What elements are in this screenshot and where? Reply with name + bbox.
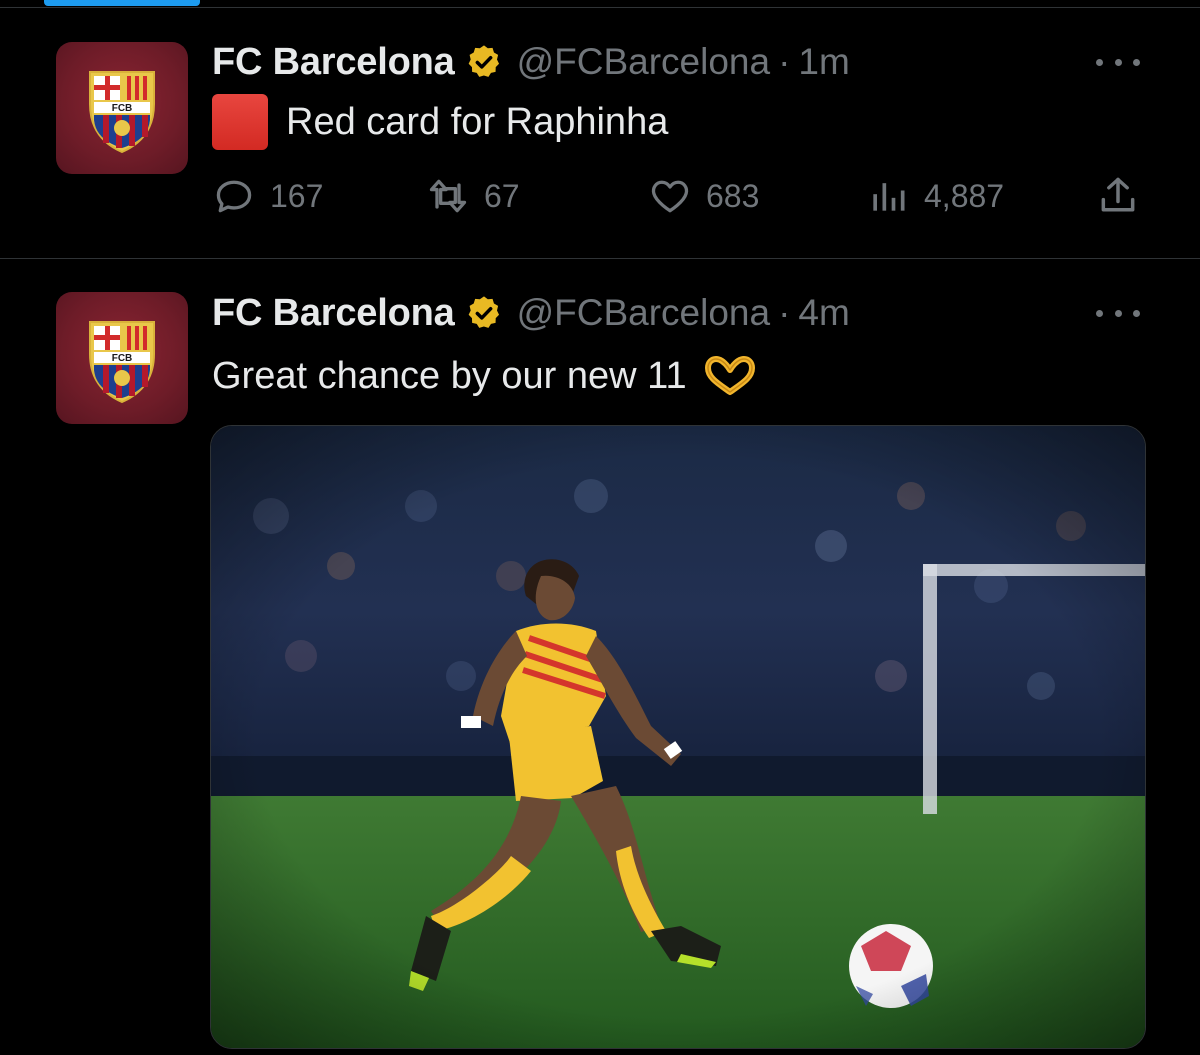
separator-dot: · [778, 41, 791, 82]
user-handle[interactable]: @FCBarcelona [517, 41, 771, 83]
red-square-emoji-icon [212, 94, 268, 150]
tweet-actions: 167 67 683 4,887 [212, 174, 1144, 218]
crest-text: FCB [112, 353, 133, 364]
timestamp[interactable]: 1m [798, 41, 849, 83]
like-icon [651, 180, 689, 213]
views-count: 4,887 [924, 177, 1005, 214]
repost-button[interactable]: 67 [426, 174, 520, 218]
verified-badge-icon[interactable] [465, 43, 503, 81]
views-button[interactable]: 4,887 [866, 174, 1004, 218]
fcb-crest-logo: FCB [89, 321, 155, 404]
timestamp[interactable]: 4m [798, 292, 849, 334]
tweet-text: Great chance by our new 11 [212, 351, 757, 401]
reply-icon [216, 180, 252, 213]
fcb-crest-logo: FCB [89, 71, 155, 154]
like-button[interactable]: 683 [648, 174, 759, 218]
reply-button[interactable]: 167 [212, 174, 323, 218]
tweet[interactable]: FCB FC Barcelona @FCBarcelona · 4m Great… [0, 259, 1200, 1055]
tweet-text-body: Red card for Raphinha [286, 100, 669, 143]
avatar[interactable]: FCB [56, 292, 188, 424]
tweet-header: FC Barcelona @FCBarcelona · 4m [212, 291, 850, 335]
avatar[interactable]: FCB [56, 42, 188, 174]
more-icon[interactable] [1096, 303, 1140, 323]
heart-hands-emoji-icon [704, 356, 755, 395]
display-name[interactable]: FC Barcelona [212, 41, 455, 84]
tweet-header: FC Barcelona @FCBarcelona · 1m [212, 40, 850, 84]
tweet[interactable]: FCB FC Barcelona @FCBarcelona · 1m Red c… [0, 8, 1200, 258]
display-name[interactable]: FC Barcelona [212, 292, 455, 335]
verified-badge-icon[interactable] [465, 294, 503, 332]
share-button[interactable] [1096, 174, 1140, 218]
views-icon [873, 183, 905, 211]
tweet-text-body: Great chance by our new 11 [212, 354, 687, 397]
repost-icon [429, 179, 467, 213]
share-icon [1101, 177, 1135, 212]
reply-count: 167 [270, 177, 324, 214]
more-icon[interactable] [1096, 52, 1140, 72]
like-count: 683 [706, 177, 760, 214]
tweet-text: Red card for Raphinha [212, 94, 669, 150]
tweet-media-image[interactable] [210, 425, 1146, 1049]
player-photo [211, 426, 1145, 1048]
crest-text: FCB [112, 103, 133, 114]
active-tab-indicator [44, 0, 200, 6]
separator-dot: · [778, 292, 791, 333]
user-handle[interactable]: @FCBarcelona [517, 292, 771, 334]
repost-count: 67 [484, 177, 520, 214]
